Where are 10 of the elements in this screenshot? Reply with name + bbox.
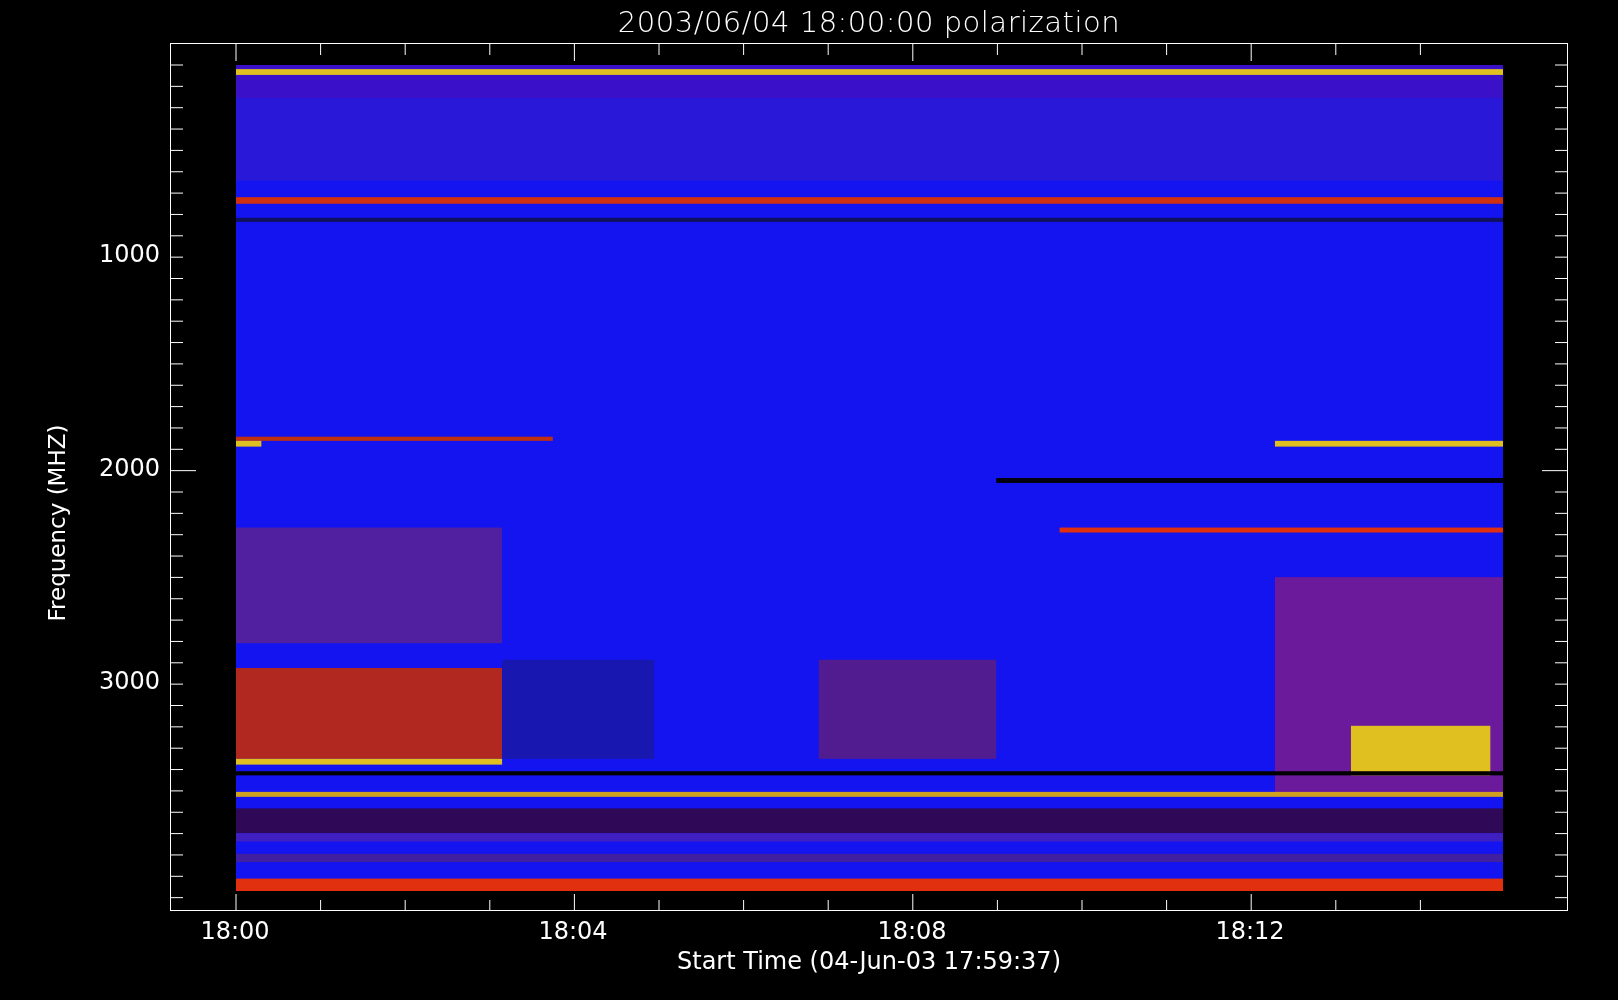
x-axis-label: Start Time (04-Jun-03 17:59:37) <box>677 947 1061 975</box>
x-tick-label: 18:00 <box>200 917 270 945</box>
x-tick-label: 18:12 <box>1215 917 1285 945</box>
x-tick-label: 18:04 <box>538 917 608 945</box>
y-tick-label: 2000 <box>98 454 160 482</box>
y-tick-label: 1000 <box>98 240 160 268</box>
chart-title: 2003/06/04 18:00:00 polarization <box>617 4 1121 39</box>
x-tick-label: 18:08 <box>877 917 947 945</box>
y-tick-label: 3000 <box>98 667 160 695</box>
y-axis-label: Frequency (MHZ) <box>44 424 70 622</box>
